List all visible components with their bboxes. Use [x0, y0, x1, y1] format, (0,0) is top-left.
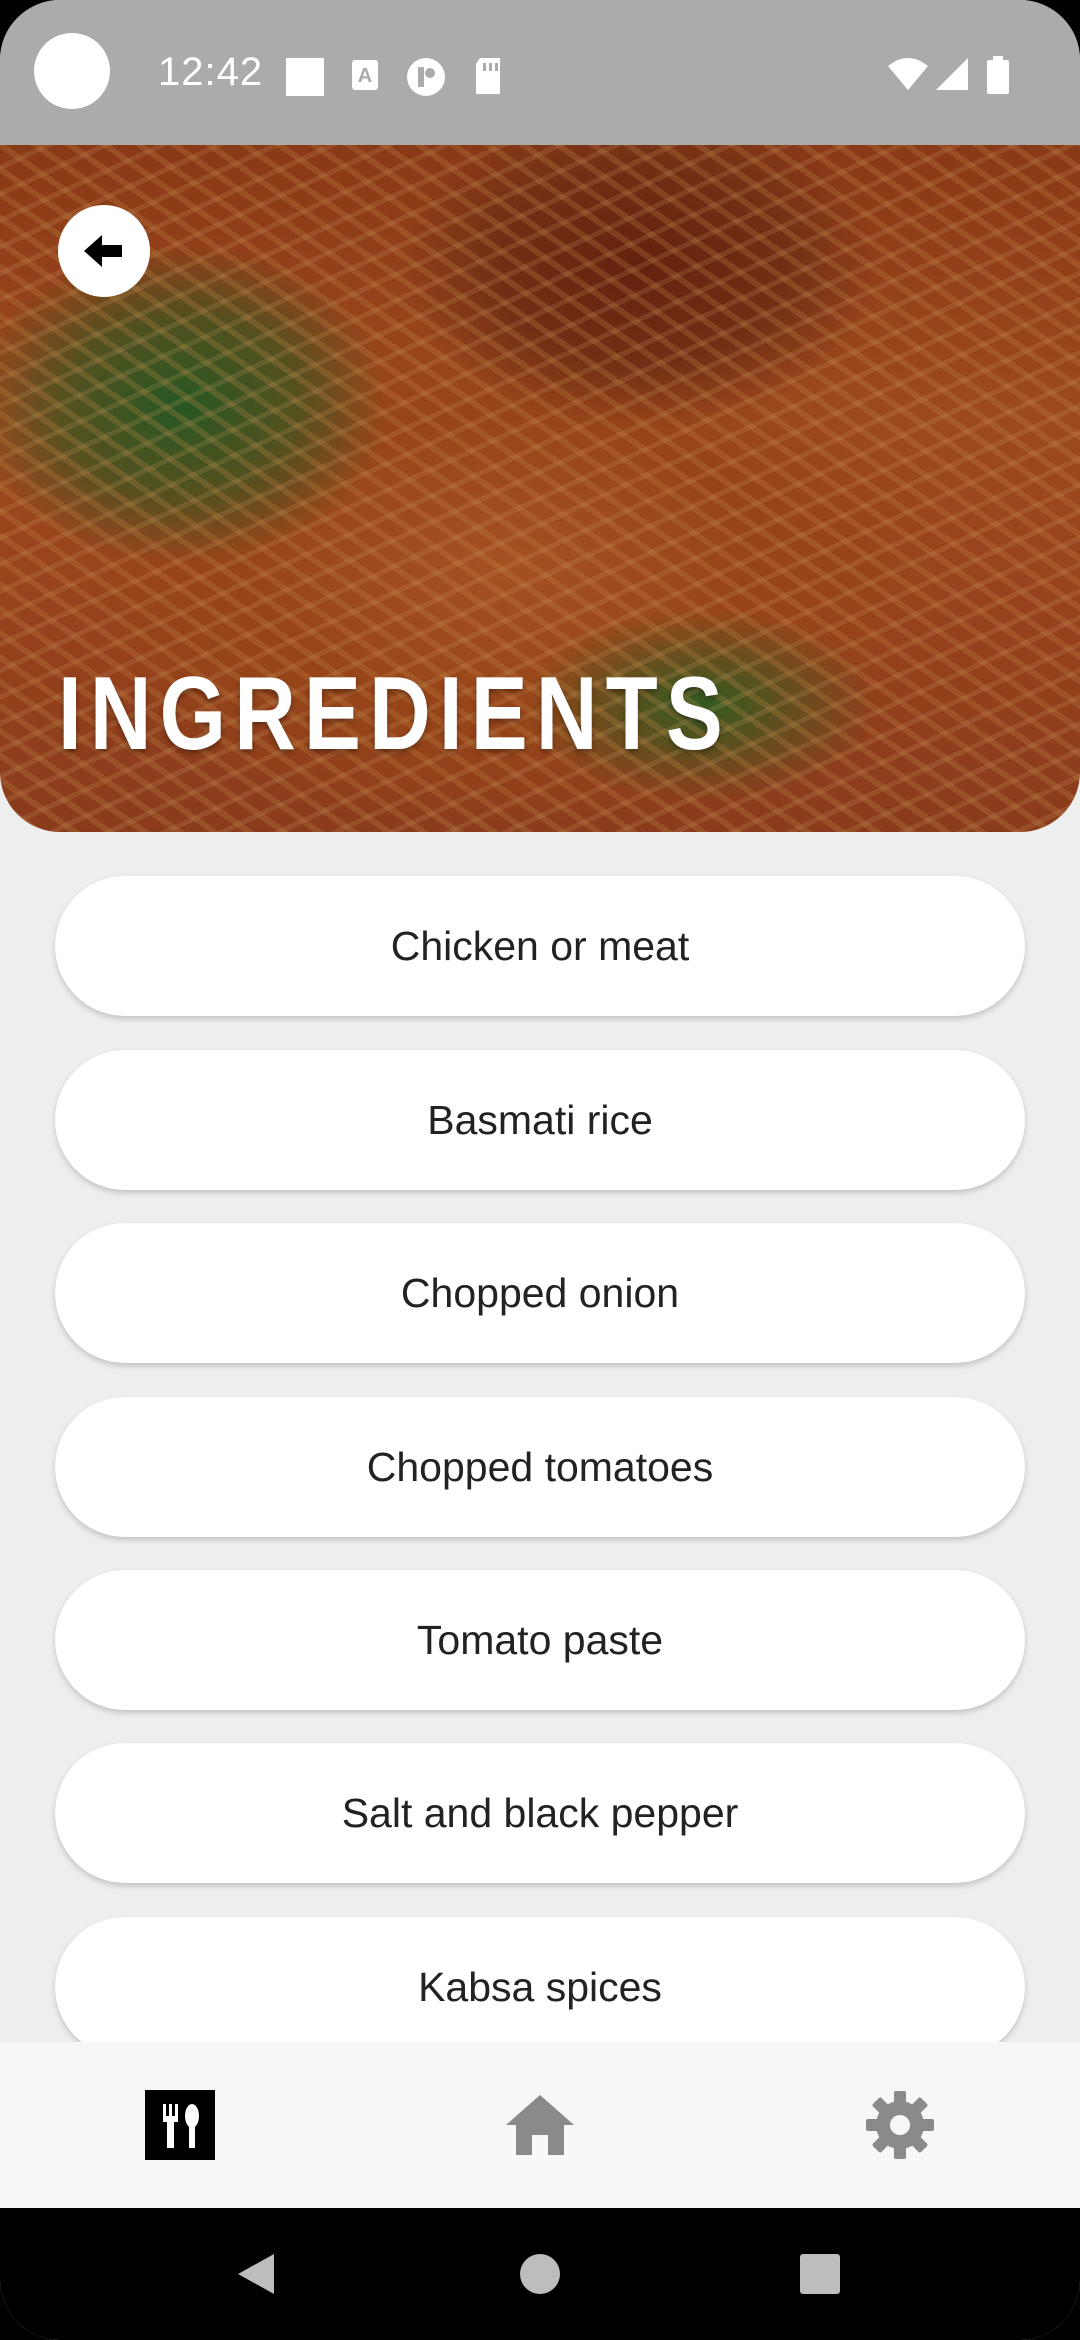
nav-item-recipes[interactable] — [0, 2042, 360, 2208]
home-icon — [506, 2095, 574, 2155]
ingredient-item[interactable]: Tomato paste — [55, 1570, 1025, 1710]
status-time: 12:42 — [158, 50, 264, 94]
system-back-button[interactable] — [196, 2208, 316, 2340]
camera-cutout — [34, 33, 110, 109]
ingredient-item[interactable]: Chicken or meat — [55, 876, 1025, 1016]
restaurant-icon — [145, 2090, 215, 2160]
notification-square-icon — [286, 58, 324, 96]
wifi-icon — [888, 58, 928, 90]
nav-item-home[interactable] — [360, 2042, 720, 2208]
status-bar: 12:42 A — [0, 0, 1080, 145]
page-title: INGREDIENTS — [58, 656, 732, 772]
system-navigation-bar — [0, 2208, 1080, 2340]
sd-card-icon — [476, 58, 500, 94]
ingredient-item[interactable]: Chopped onion — [55, 1223, 1025, 1363]
text-a-icon: A — [352, 60, 378, 90]
bottom-navigation — [0, 2042, 1080, 2208]
battery-icon — [987, 56, 1009, 94]
signal-icon — [936, 58, 968, 90]
arrow-left-icon — [84, 235, 122, 267]
ingredient-item[interactable]: Salt and black pepper — [55, 1743, 1025, 1883]
badge-icon — [407, 58, 445, 96]
back-button[interactable] — [58, 205, 150, 297]
ingredient-item[interactable]: Kabsa spices — [55, 1917, 1025, 2057]
back-icon — [238, 2254, 274, 2294]
system-recents-button[interactable] — [760, 2208, 880, 2340]
settings-icon — [866, 2091, 934, 2159]
ingredient-item[interactable]: Chopped tomatoes — [55, 1397, 1025, 1537]
ingredient-item[interactable]: Basmati rice — [55, 1050, 1025, 1190]
svg-text:A: A — [358, 65, 372, 87]
app-screen: 12:42 A INGREDIENTS Chicken or meat Basm… — [0, 0, 1080, 2340]
system-home-button[interactable] — [480, 2208, 600, 2340]
recents-icon — [800, 2254, 840, 2294]
nav-item-settings[interactable] — [720, 2042, 1080, 2208]
home-circle-icon — [520, 2254, 560, 2294]
